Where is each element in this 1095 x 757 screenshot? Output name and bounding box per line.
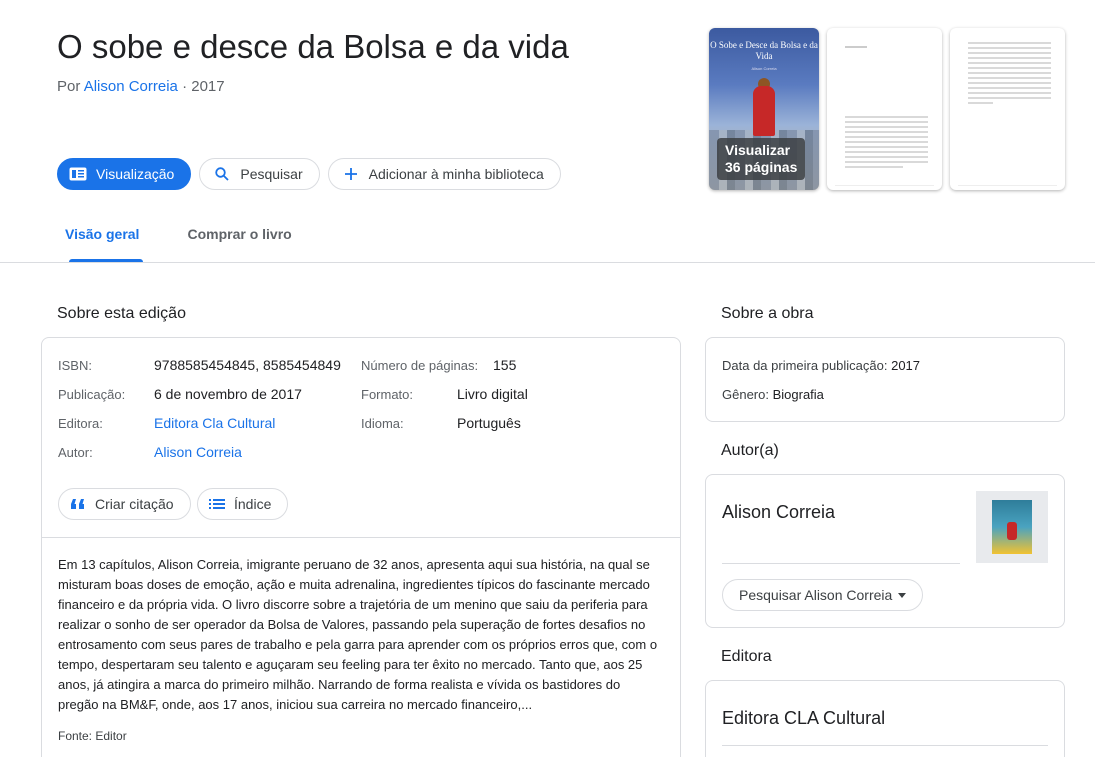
details-divider: [42, 537, 680, 538]
cover-title: O Sobe e Desce da Bolsa e da Vida: [710, 40, 818, 61]
book-preview-icon: [68, 164, 88, 184]
book-description: Em 13 capítulos, Alison Correia, imigran…: [58, 557, 658, 712]
list-icon: [208, 495, 226, 513]
first-publication-value: 2017: [891, 358, 921, 373]
add-library-button-label: Adicionar à minha biblioteca: [368, 166, 544, 182]
search-button[interactable]: Pesquisar: [199, 158, 320, 190]
cover-author: Alison Correia: [751, 66, 777, 71]
author-card: Alison Correia Pesquisar Alison Correia: [705, 474, 1065, 628]
language-value: Português: [457, 415, 521, 431]
badge-line1: Visualizar: [725, 142, 791, 158]
tabs-divider: [0, 262, 1095, 263]
index-button[interactable]: Índice: [197, 488, 289, 520]
author-label: Autor:: [58, 445, 93, 460]
author-heading: Autor(a): [721, 442, 779, 459]
page-footer: [835, 185, 934, 186]
about-edition-heading: Sobre esta edição: [57, 305, 186, 322]
description-source: Fonte: Editor: [58, 729, 127, 743]
first-publication-label: Data da primeira publicação:: [722, 358, 892, 373]
byline-year: · 2017: [177, 78, 225, 95]
publisher-name[interactable]: Editora CLA Cultural: [722, 708, 885, 729]
author-link[interactable]: Alison Correia: [84, 78, 178, 95]
edition-details-card: ISBN: 9788585454845, 8585454849 Número d…: [41, 337, 681, 757]
badge-line2: 36 páginas: [725, 159, 798, 175]
create-citation-button[interactable]: Criar citação: [58, 488, 191, 520]
language-label: Idioma:: [361, 416, 404, 431]
publisher-name-underline: [722, 745, 1048, 746]
author-name-underline: [722, 563, 960, 564]
author-name[interactable]: Alison Correia: [722, 502, 835, 523]
cover-thumbnail[interactable]: O Sobe e Desce da Bolsa e da Vida Alison…: [709, 28, 819, 190]
byline-prefix: Por: [57, 78, 84, 95]
search-author-button[interactable]: Pesquisar Alison Correia: [722, 579, 924, 611]
author-value-link[interactable]: Alison Correia: [154, 444, 242, 460]
page-text-lines: [968, 42, 1051, 107]
plus-icon: [341, 164, 361, 184]
index-label: Índice: [234, 496, 272, 512]
publisher-link[interactable]: Editora Cla Cultural: [154, 415, 275, 431]
byline: Por Alison Correia · 2017: [57, 78, 225, 95]
action-buttons: Visualização Pesquisar Adicionar à minha…: [57, 158, 561, 190]
page-heading: [845, 46, 867, 48]
quote-icon: [69, 495, 87, 513]
dropdown-arrow-icon: [898, 592, 907, 598]
search-button-label: Pesquisar: [240, 166, 303, 182]
about-work-heading: Sobre a obra: [721, 305, 814, 322]
search-author-label: Pesquisar Alison Correia: [739, 587, 893, 603]
pages-label: Número de páginas:: [361, 358, 479, 373]
publication-label: Publicação:: [58, 387, 126, 402]
isbn-label: ISBN:: [58, 358, 92, 373]
format-value: Livro digital: [457, 386, 528, 402]
tab-overview[interactable]: Visão geral: [57, 210, 147, 262]
cover-person: [753, 86, 775, 136]
search-icon: [212, 164, 232, 184]
book-cover-icon: [992, 500, 1032, 554]
preview-thumbnails: O Sobe e Desce da Bolsa e da Vida Alison…: [709, 28, 1065, 190]
first-publication: Data da primeira publicação: 2017: [722, 358, 920, 373]
page-text-lines: [845, 116, 928, 171]
isbn-value: 9788585454845, 8585454849: [154, 357, 341, 373]
add-library-button[interactable]: Adicionar à minha biblioteca: [327, 158, 561, 190]
tab-buy[interactable]: Comprar o livro: [179, 210, 299, 262]
format-label: Formato:: [361, 387, 414, 402]
publisher-card: Editora CLA Cultural: [705, 680, 1065, 757]
page-thumbnail-1[interactable]: [827, 28, 942, 190]
publisher-label: Editora:: [58, 416, 103, 431]
genre-value: Biografia: [772, 387, 824, 402]
publisher-heading: Editora: [721, 648, 772, 665]
create-citation-label: Criar citação: [95, 496, 174, 512]
tab-bar: Visão geral Comprar o livro: [57, 210, 332, 262]
genre: Gênero: Biografia: [722, 387, 824, 402]
preview-pages-badge: Visualizar 36 páginas: [717, 138, 806, 180]
page-footer: [958, 185, 1057, 186]
book-title: O sobe e desce da Bolsa e da vida: [57, 28, 569, 65]
preview-button-label: Visualização: [96, 166, 175, 182]
preview-button[interactable]: Visualização: [57, 158, 192, 190]
publication-value: 6 de novembro de 2017: [154, 386, 302, 402]
pages-value: 155: [493, 357, 517, 373]
author-book-thumbnail[interactable]: [976, 491, 1048, 563]
about-work-card: Data da primeira publicação: 2017 Gênero…: [705, 337, 1065, 422]
page-thumbnail-2[interactable]: [950, 28, 1065, 190]
genre-label: Gênero:: [722, 387, 773, 402]
